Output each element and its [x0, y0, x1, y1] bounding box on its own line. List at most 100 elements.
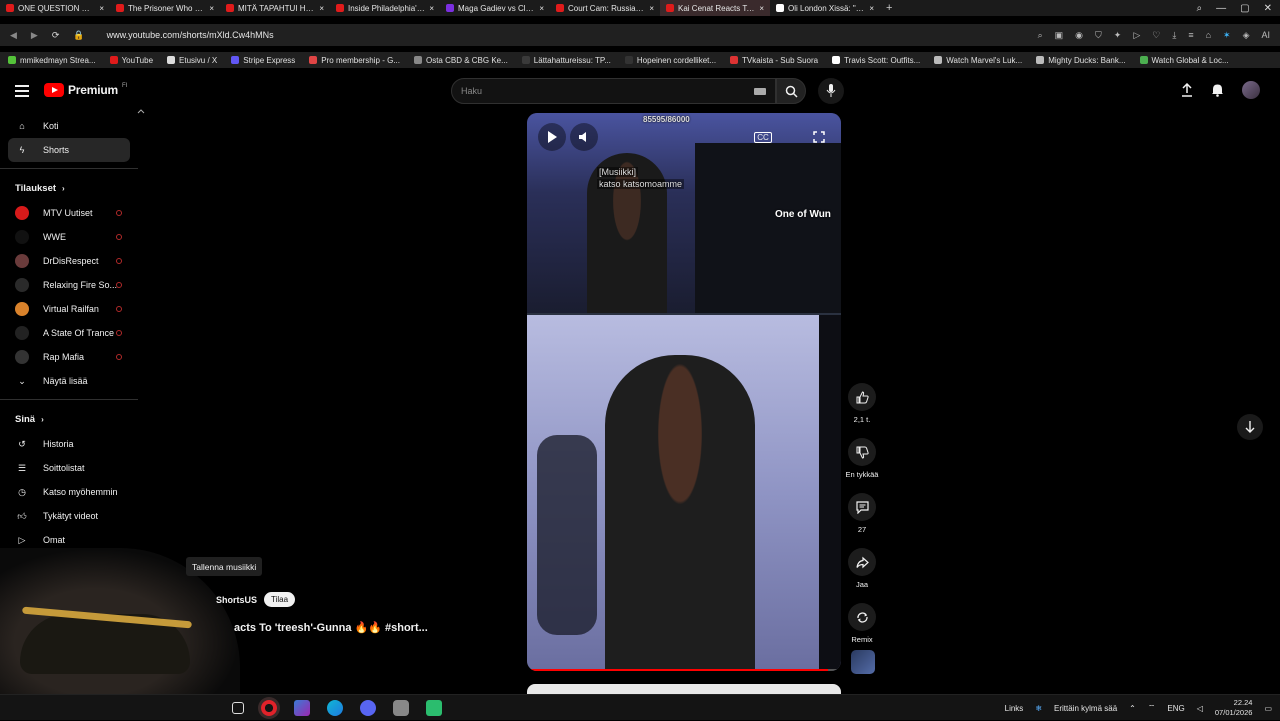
sidebar-item[interactable]: MTV Uutiset — [0, 201, 140, 225]
browser-tab[interactable]: Kai Cenat Reacts To 'trees × — [660, 0, 770, 16]
browser-tab[interactable]: Oli London Xissä: "Transg × — [770, 0, 880, 16]
heart-icon[interactable]: ♡ — [1152, 30, 1160, 41]
box-icon[interactable]: ◈ — [1243, 30, 1250, 41]
url-field[interactable]: www.youtube.com/shorts/mXld.Cw4hMNs — [107, 30, 274, 40]
tab-close-icon[interactable]: × — [869, 4, 874, 13]
comments-button[interactable] — [848, 493, 876, 521]
sidebar-item[interactable]: ◷ Katso myöhemmin — [0, 480, 140, 504]
sidebar-item[interactable]: Relaxing Fire So... — [0, 273, 140, 297]
menu-icon[interactable]: ≡ — [1188, 30, 1193, 41]
sidebar-item[interactable]: 👍︎ Tykätyt videot — [0, 504, 140, 528]
extensions-icon[interactable]: ✦ — [1114, 30, 1122, 41]
ai-label-icon[interactable]: AI — [1261, 30, 1270, 41]
sidebar-item[interactable]: ☰ Soittolistat — [0, 456, 140, 480]
bookmark-item[interactable]: Watch Marvel's Luk... — [934, 56, 1022, 65]
tab-close-icon[interactable]: × — [99, 4, 104, 13]
bookmark-item[interactable]: mmikedmayn Strea... — [8, 56, 96, 65]
browser-tab[interactable]: Maga Gadiev vs Claudia × — [440, 0, 550, 16]
subscribe-button[interactable]: Tilaa — [264, 592, 296, 607]
tab-close-icon[interactable]: × — [319, 4, 324, 13]
editor-icon[interactable] — [294, 700, 310, 716]
lock-icon[interactable]: 🔒 — [73, 30, 84, 41]
bookmark-item[interactable]: Mighty Ducks: Bank... — [1036, 56, 1126, 65]
opera-icon[interactable] — [261, 700, 277, 716]
upload-icon[interactable] — [1181, 83, 1193, 97]
like-button[interactable] — [848, 383, 876, 411]
share-button[interactable] — [848, 548, 876, 576]
bookmark-item[interactable]: Osta CBD & CBG Ke... — [413, 56, 508, 65]
network-icon[interactable]: ⌔ — [1148, 703, 1156, 713]
bookmark-item[interactable]: Hopeinen cordelliket... — [624, 56, 716, 65]
short-title[interactable]: acts To 'treesh'-Gunna 🔥🔥 #short... — [234, 621, 428, 634]
sidebar-item[interactable]: ↺ Historia — [0, 432, 140, 456]
channel-name[interactable]: ShortsUS — [216, 595, 257, 605]
voice-search-button[interactable] — [818, 78, 844, 104]
app-icon[interactable] — [393, 700, 409, 716]
search-button[interactable] — [776, 78, 806, 104]
spreadsheet-icon[interactable] — [426, 700, 442, 716]
avatar[interactable] — [1242, 81, 1260, 99]
play-button[interactable] — [538, 123, 566, 151]
browser-tab[interactable]: MITÄ TAPAHTUI HOTELLI× — [220, 0, 330, 16]
edge-icon[interactable] — [327, 700, 343, 716]
play-icon[interactable]: ▷ — [1133, 30, 1140, 41]
browser-tab[interactable]: The Prisoner Who Made t× — [110, 0, 220, 16]
bookmark-item[interactable]: Travis Scott: Outfits... — [832, 56, 920, 65]
screenshot-icon[interactable]: ▣ — [1055, 30, 1064, 41]
tab-close-icon[interactable]: × — [539, 4, 544, 13]
bookmark-item[interactable]: Stripe Express — [231, 56, 295, 65]
wallet-icon[interactable]: ⌂ — [1206, 30, 1211, 41]
bookmark-item[interactable]: TVkaista - Sub Suora — [730, 56, 818, 65]
forward-icon[interactable]: ▶ — [31, 30, 38, 41]
tab-close-icon[interactable]: × — [429, 4, 434, 13]
keyboard-icon[interactable] — [754, 88, 766, 95]
camera-icon[interactable]: ◉ — [1075, 30, 1083, 41]
close-window-icon[interactable]: ✕ — [1264, 3, 1272, 14]
maximize-icon[interactable]: ▢ — [1240, 3, 1249, 14]
tab-close-icon[interactable]: × — [759, 4, 764, 13]
sidebar-item[interactable]: DrDisRespect — [0, 249, 140, 273]
hamburger-menu-icon[interactable] — [15, 85, 29, 100]
fullscreen-button[interactable] — [805, 123, 833, 151]
shield-icon[interactable]: ⛉ — [1095, 30, 1102, 41]
tab-close-icon[interactable]: × — [209, 4, 214, 13]
youtube-premium-logo[interactable]: Premium FI — [44, 83, 127, 97]
tray-expand-icon[interactable]: ⌃ — [1129, 704, 1136, 713]
bookmark-item[interactable]: YouTube — [109, 56, 153, 65]
browser-tab[interactable]: Inside Philadelphia's Real × — [330, 0, 440, 16]
dislike-button[interactable] — [848, 438, 876, 466]
sidebar-item[interactable]: WWE — [0, 225, 140, 249]
new-tab-icon[interactable]: + — [880, 2, 898, 14]
captions-button[interactable]: CC — [749, 123, 777, 151]
back-icon[interactable]: ◀ — [10, 30, 17, 41]
shorts-video-player[interactable]: 85595/86000 [Musiikki] katso katsomoamme… — [527, 113, 841, 671]
audio-track-thumbnail[interactable] — [851, 650, 875, 674]
browser-tab[interactable]: ONE QUESTION GO IS BA × — [0, 0, 110, 16]
minimize-icon[interactable]: — — [1216, 3, 1226, 14]
browser-tab[interactable]: Court Cam: Russian Man × — [550, 0, 660, 16]
you-section-header[interactable]: Sinä › — [0, 406, 140, 432]
search-icon[interactable]: ⌕ — [1038, 30, 1043, 41]
tab-close-icon[interactable]: × — [649, 4, 654, 13]
search-input[interactable]: Haku — [451, 78, 776, 104]
download-icon[interactable]: ⤓ — [1172, 30, 1176, 41]
bell-icon[interactable] — [1211, 83, 1224, 97]
show-more-button[interactable]: ⌄ Näytä lisää — [0, 369, 140, 393]
search-tabs-icon[interactable]: ⌕ — [1197, 3, 1203, 14]
bookmark-item[interactable]: Lättahattureissu: TP... — [521, 56, 611, 65]
sidebar-item[interactable]: A State Of Trance — [0, 321, 140, 345]
next-short-preview[interactable] — [527, 684, 841, 694]
notifications-icon[interactable]: ▭ — [1264, 704, 1272, 713]
sidebar-item[interactable]: ⌂ Koti — [0, 114, 140, 138]
task-view-icon[interactable] — [232, 702, 244, 714]
subscriptions-header[interactable]: Tilaukset › — [0, 175, 140, 201]
sidebar-item[interactable]: Virtual Railfan — [0, 297, 140, 321]
sidebar-item[interactable]: ϟ Shorts — [8, 138, 130, 162]
remix-button[interactable] — [848, 603, 876, 631]
progress-bar[interactable] — [527, 669, 841, 671]
ai-icon[interactable]: ✶ — [1223, 30, 1231, 41]
weather-text[interactable]: Erittäin kylmä sää — [1054, 704, 1117, 713]
discord-icon[interactable] — [360, 700, 376, 716]
clock[interactable]: 22.24 07/01/2026 — [1215, 698, 1253, 718]
bookmark-item[interactable]: Etusivu / X — [167, 56, 217, 65]
